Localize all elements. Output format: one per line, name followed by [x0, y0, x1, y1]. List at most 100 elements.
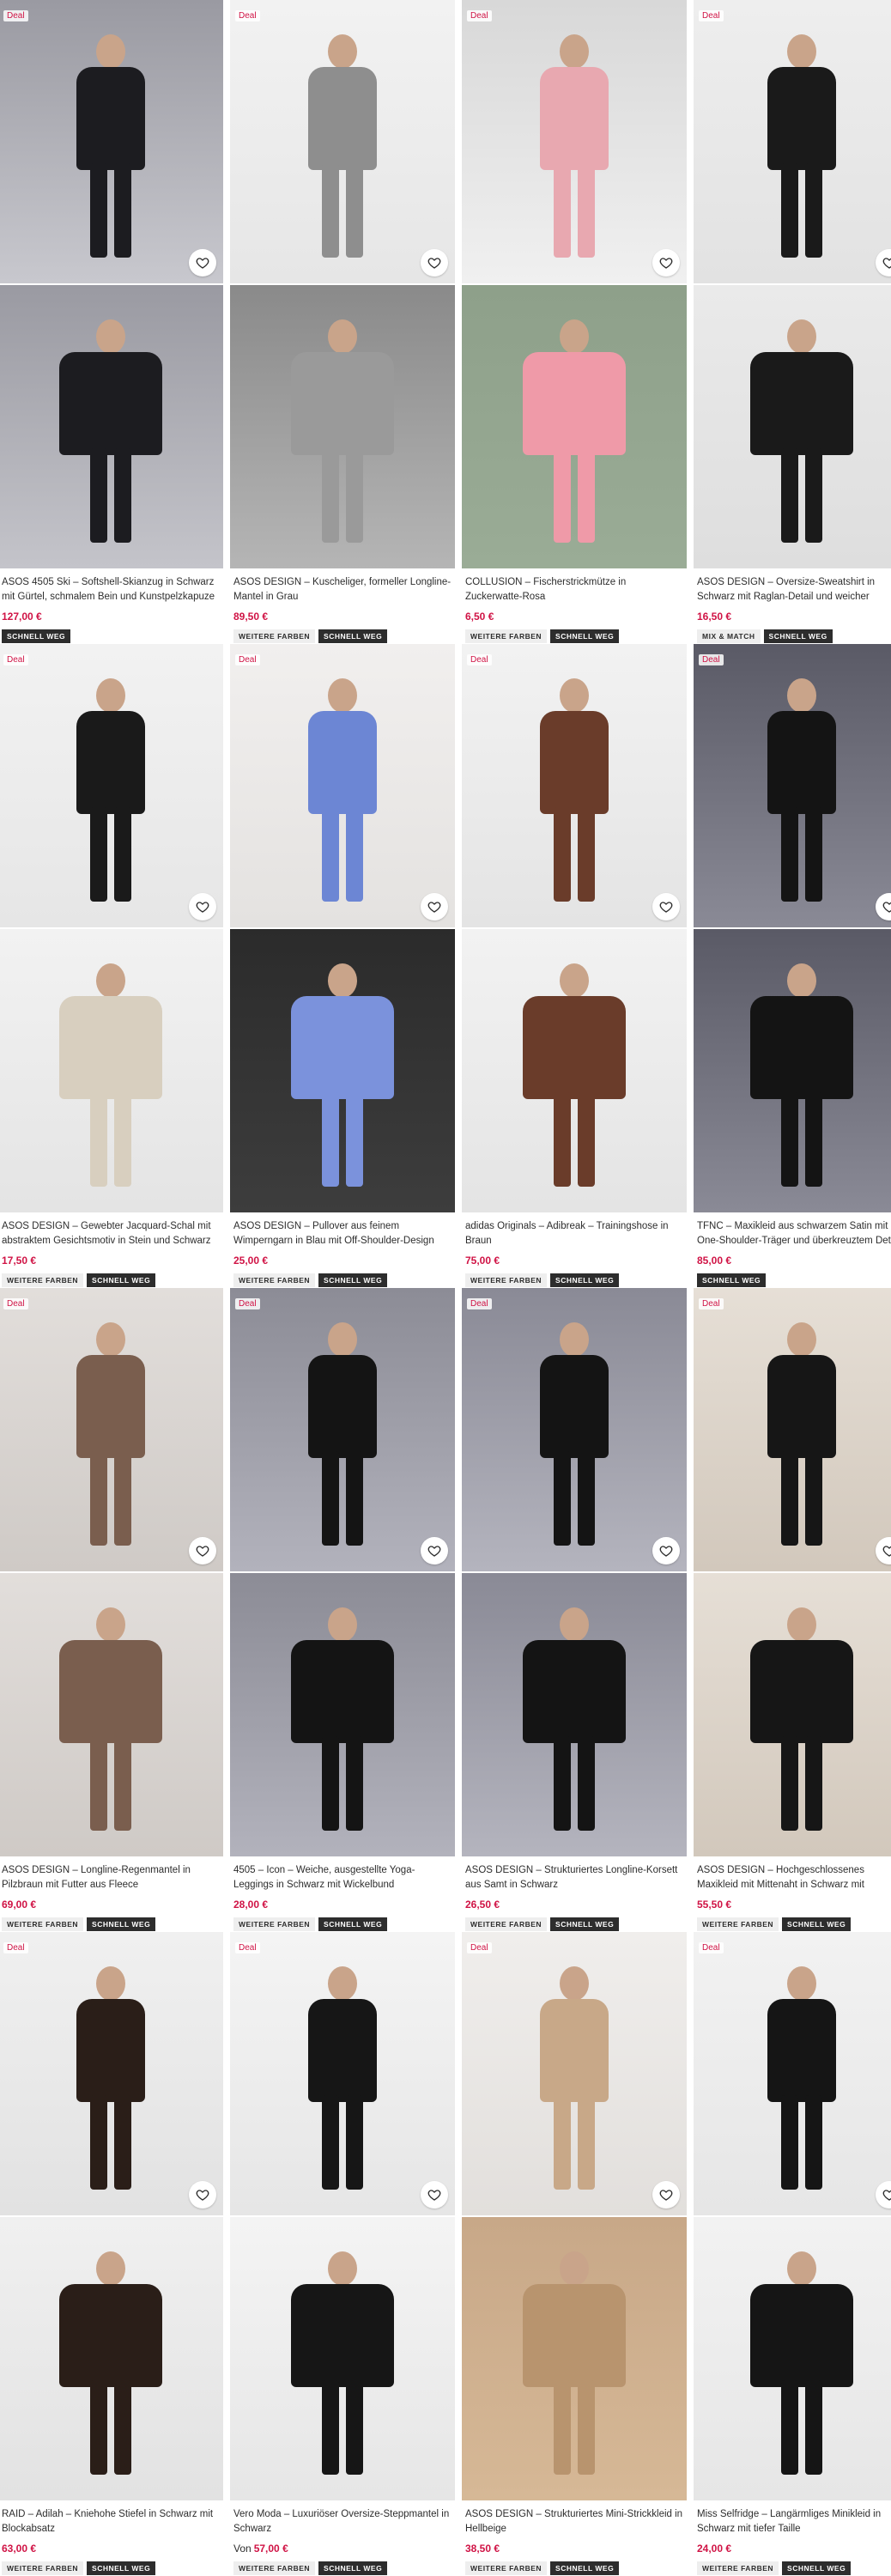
product-title[interactable]: ASOS DESIGN – Gewebter Jacquard-Schal mi… [2, 1219, 220, 1249]
product-image-alt[interactable] [694, 285, 891, 568]
quick-view-badge[interactable]: SCHNELL WEG [87, 1917, 156, 1931]
heart-icon[interactable] [876, 1537, 891, 1564]
product-card[interactable]: Deal RAID – Adilah – Kniehohe Stiefel in… [0, 1932, 223, 2576]
heart-icon[interactable] [189, 2181, 216, 2208]
product-image[interactable]: Deal [694, 1932, 891, 2215]
more-colors-badge[interactable]: WEITERE FARBEN [2, 2561, 84, 2575]
more-colors-badge[interactable]: WEITERE FARBEN [697, 2561, 779, 2575]
product-title[interactable]: ASOS DESIGN – Longline-Regenmantel in Pi… [2, 1863, 220, 1893]
heart-icon[interactable] [421, 249, 448, 276]
quick-view-badge[interactable]: SCHNELL WEG [318, 629, 388, 643]
product-image[interactable]: Deal [462, 0, 687, 283]
product-image-alt[interactable] [230, 2217, 455, 2500]
product-title[interactable]: adidas Originals – Adibreak – Trainingsh… [465, 1219, 683, 1249]
heart-icon[interactable] [652, 1537, 680, 1564]
product-image[interactable]: Deal [694, 1288, 891, 1571]
more-colors-badge[interactable]: WEITERE FARBEN [233, 629, 316, 643]
product-image[interactable]: Deal [230, 0, 455, 283]
more-colors-badge[interactable]: WEITERE FARBEN [233, 1273, 316, 1287]
product-card[interactable]: Deal ASOS DESIGN – Pullover aus feinem W… [230, 644, 455, 1288]
product-image[interactable]: Deal [462, 1932, 687, 2215]
more-colors-badge[interactable]: WEITERE FARBEN [465, 1273, 548, 1287]
quick-view-badge[interactable]: SCHNELL WEG [318, 2561, 388, 2575]
product-card[interactable]: Deal ASOS DESIGN – Gewebter Jacquard-Sch… [0, 644, 223, 1288]
quick-view-badge[interactable]: SCHNELL WEG [697, 1273, 767, 1287]
product-card[interactable]: Deal adidas Originals – Adibreak – Train… [462, 644, 687, 1288]
heart-icon[interactable] [652, 249, 680, 276]
product-card[interactable]: Deal Miss Selfridge – Langärmliges Minik… [694, 1932, 891, 2576]
product-title[interactable]: ASOS DESIGN – Strukturiertes Mini-Strick… [465, 2507, 683, 2537]
product-image-alt[interactable] [694, 1573, 891, 1856]
heart-icon[interactable] [189, 1537, 216, 1564]
product-card[interactable]: Deal ASOS DESIGN – Oversize-Sweatshirt i… [694, 0, 891, 644]
product-image[interactable]: Deal [0, 0, 223, 283]
product-image-alt[interactable] [694, 929, 891, 1212]
quick-view-badge[interactable]: SCHNELL WEG [87, 2561, 156, 2575]
heart-icon[interactable] [421, 2181, 448, 2208]
product-image-alt[interactable] [0, 285, 223, 568]
quick-view-badge[interactable]: SCHNELL WEG [782, 2561, 852, 2575]
product-card[interactable]: Deal TFNC – Maxikleid aus schwarzem Sati… [694, 644, 891, 1288]
product-card[interactable]: Deal ASOS 4505 Ski – Softshell-Skianzug … [0, 0, 223, 644]
more-colors-badge[interactable]: WEITERE FARBEN [697, 1917, 779, 1931]
product-image-alt[interactable] [694, 2217, 891, 2500]
heart-icon[interactable] [421, 1537, 448, 1564]
product-title[interactable]: TFNC – Maxikleid aus schwarzem Satin mit… [697, 1219, 891, 1249]
more-colors-badge[interactable]: WEITERE FARBEN [233, 1917, 316, 1931]
product-card[interactable]: Deal ASOS DESIGN – Hochgeschlossenes Max… [694, 1288, 891, 1932]
quick-view-badge[interactable]: SCHNELL WEG [318, 1917, 388, 1931]
product-image[interactable]: Deal [462, 1288, 687, 1571]
product-image[interactable]: Deal [230, 644, 455, 927]
product-title[interactable]: RAID – Adilah – Kniehohe Stiefel in Schw… [2, 2507, 220, 2537]
more-colors-badge[interactable]: WEITERE FARBEN [2, 1273, 84, 1287]
product-card[interactable]: Deal ASOS DESIGN – Strukturiertes Longli… [462, 1288, 687, 1932]
product-title[interactable]: ASOS DESIGN – Pullover aus feinem Wimper… [233, 1219, 452, 1249]
product-image[interactable]: Deal [230, 1932, 455, 2215]
quick-view-badge[interactable]: SCHNELL WEG [782, 1917, 852, 1931]
heart-icon[interactable] [876, 249, 891, 276]
product-card[interactable]: Deal 4505 – Icon – Weiche, ausgestellte … [230, 1288, 455, 1932]
product-image-alt[interactable] [462, 929, 687, 1212]
product-image-alt[interactable] [0, 2217, 223, 2500]
quick-view-badge[interactable]: SCHNELL WEG [550, 629, 620, 643]
product-card[interactable]: Deal ASOS DESIGN – Longline-Regenmantel … [0, 1288, 223, 1932]
product-title[interactable]: Miss Selfridge – Langärmliges Minikleid … [697, 2507, 891, 2537]
quick-view-badge[interactable]: SCHNELL WEG [550, 1917, 620, 1931]
more-colors-badge[interactable]: WEITERE FARBEN [465, 2561, 548, 2575]
more-colors-badge[interactable]: WEITERE FARBEN [465, 629, 548, 643]
product-title[interactable]: 4505 – Icon – Weiche, ausgestellte Yoga-… [233, 1863, 452, 1893]
product-image[interactable]: Deal [462, 644, 687, 927]
heart-icon[interactable] [652, 2181, 680, 2208]
product-image[interactable]: Deal [694, 0, 891, 283]
product-image-alt[interactable] [0, 929, 223, 1212]
quick-view-badge[interactable]: SCHNELL WEG [87, 1273, 156, 1287]
heart-icon[interactable] [189, 893, 216, 920]
more-colors-badge[interactable]: WEITERE FARBEN [465, 1917, 548, 1931]
heart-icon[interactable] [421, 893, 448, 920]
product-card[interactable]: Deal Vero Moda – Luxuriöser Oversize-Ste… [230, 1932, 455, 2576]
quick-view-badge[interactable]: SCHNELL WEG [550, 2561, 620, 2575]
product-image-alt[interactable] [462, 2217, 687, 2500]
quick-view-badge[interactable]: SCHNELL WEG [550, 1273, 620, 1287]
product-image-alt[interactable] [462, 1573, 687, 1856]
heart-icon[interactable] [652, 893, 680, 920]
product-image-alt[interactable] [230, 1573, 455, 1856]
product-title[interactable]: COLLUSION – Fischerstrickmütze in Zucker… [465, 575, 683, 605]
product-card[interactable]: Deal COLLUSION – Fischerstrickmütze in Z… [462, 0, 687, 644]
product-title[interactable]: ASOS DESIGN – Kuscheliger, formeller Lon… [233, 575, 452, 605]
product-title[interactable]: ASOS DESIGN – Strukturiertes Longline-Ko… [465, 1863, 683, 1893]
more-colors-badge[interactable]: WEITERE FARBEN [233, 2561, 316, 2575]
product-title[interactable]: ASOS DESIGN – Oversize-Sweatshirt in Sch… [697, 575, 891, 605]
product-image-alt[interactable] [230, 929, 455, 1212]
product-image[interactable]: Deal [0, 1932, 223, 2215]
product-title[interactable]: ASOS DESIGN – Hochgeschlossenes Maxiklei… [697, 1863, 891, 1893]
product-title[interactable]: ASOS 4505 Ski – Softshell-Skianzug in Sc… [2, 575, 220, 605]
product-image[interactable]: Deal [0, 644, 223, 927]
heart-icon[interactable] [876, 2181, 891, 2208]
product-image-alt[interactable] [0, 1573, 223, 1856]
product-card[interactable]: Deal ASOS DESIGN – Strukturiertes Mini-S… [462, 1932, 687, 2576]
mix-match-badge[interactable]: MIX & MATCH [697, 629, 761, 643]
product-title[interactable]: Vero Moda – Luxuriöser Oversize-Steppman… [233, 2507, 452, 2537]
product-image[interactable]: Deal [230, 1288, 455, 1571]
product-image[interactable]: Deal [694, 644, 891, 927]
